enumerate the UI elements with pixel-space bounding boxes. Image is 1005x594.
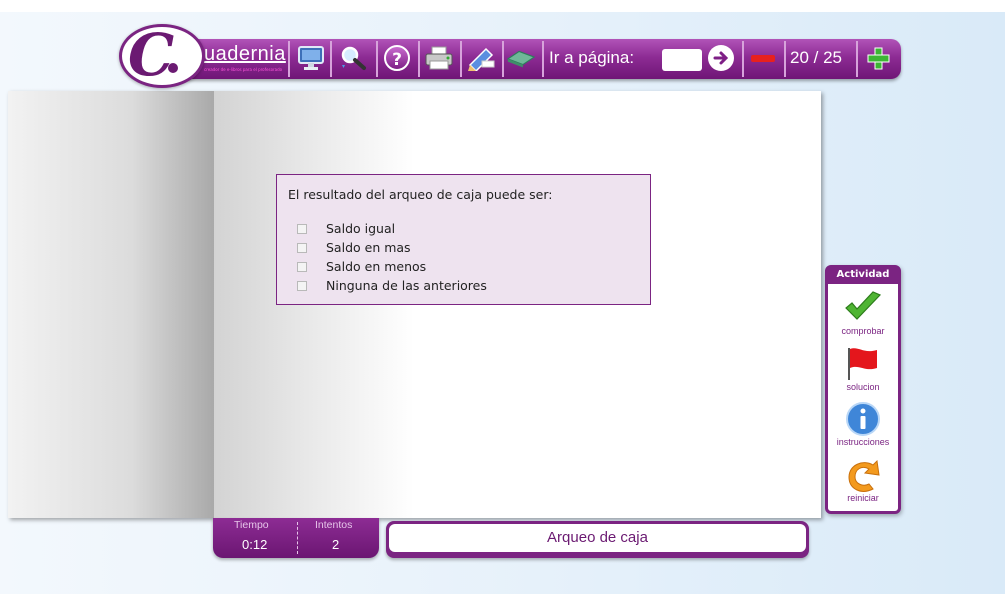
logo-letter: C [128,21,175,89]
previous-page-button[interactable] [748,43,778,73]
toolbar-separator [502,41,504,77]
pencil-icon [468,47,495,71]
stats-divider [297,522,298,554]
goto-page-label: Ir a página: [549,48,635,67]
activity-title-bar: Arqueo de caja [386,521,809,558]
time-value: 0:12 [242,537,268,552]
toolbar-separator [418,41,420,77]
option-label: Saldo en menos [326,259,427,274]
left-page [8,91,214,518]
cuadernia-logo: C [119,21,205,89]
info-icon [846,402,880,436]
goto-page-button[interactable] [706,43,736,73]
instructions-label: instrucciones [836,437,890,447]
erase-button[interactable] [506,43,536,73]
solution-label: solucion [846,382,880,392]
toolbar-separator [742,41,744,77]
option-label: Saldo igual [326,221,396,236]
quiz-question: El resultado del arqueo de caja puede se… [288,187,553,202]
reset-label: reiniciar [847,493,879,503]
attempts-value: 2 [332,537,340,552]
next-page-button[interactable] [863,43,893,73]
book-page: El resultado del arqueo de caja puede se… [8,91,821,518]
edit-button[interactable] [466,43,496,73]
toolbar-separator [856,41,858,77]
fullscreen-button[interactable] [296,43,326,73]
print-button[interactable] [424,43,454,73]
help-button[interactable]: ? [382,43,412,73]
toolbar-separator [460,41,462,77]
logo-dot [168,63,178,73]
quiz-option[interactable]: Saldo en menos [297,257,426,276]
goto-page-input[interactable] [662,49,702,71]
search-button[interactable] [338,43,368,73]
stats-panel: Tiempo 0:12 Intentos 2 [213,518,379,558]
toolbar-separator [376,41,378,77]
reset-arrow-icon [848,459,880,492]
toolbar-separator [784,41,786,77]
quiz-box: El resultado del arqueo de caja puede se… [276,174,651,305]
monitor-icon [298,46,324,70]
quiz-option[interactable]: Ninguna de las anteriores [297,276,487,295]
brand-tagline: creador de e-libros para el profesorado [204,67,283,72]
printer-icon [425,46,453,70]
check-label: comprobar [841,326,885,336]
go-arrow-icon [708,45,734,71]
option-checkbox[interactable] [297,261,307,272]
activity-title: Actividad [828,268,898,284]
instructions-button[interactable]: instrucciones [828,401,898,447]
option-checkbox[interactable] [297,242,307,253]
option-checkbox[interactable] [297,280,307,291]
top-band [0,0,1005,12]
search-icon [341,46,366,70]
toolbar-separator [288,41,290,77]
time-label: Tiempo [234,519,269,531]
help-icon: ? [384,45,410,71]
solution-button[interactable]: solucion [828,346,898,392]
reset-button[interactable]: reiniciar [828,457,898,503]
eraser-icon [506,50,536,68]
check-icon [845,291,882,320]
page-counter: 20 / 25 [790,48,842,67]
attempts-label: Intentos [315,519,353,531]
brand-name: uadernia [204,43,286,65]
quiz-option[interactable]: Saldo en mas [297,238,411,257]
minus-icon [751,54,775,62]
option-label: Saldo en mas [326,240,411,255]
toolbar-separator [542,41,544,77]
activity-name: Arqueo de caja [389,524,806,552]
plus-icon [867,47,890,70]
quiz-option[interactable]: Saldo igual [297,219,395,238]
check-button[interactable]: comprobar [828,290,898,336]
option-checkbox[interactable] [297,223,307,234]
flag-icon [848,348,877,380]
top-toolbar: uadernia creador de e-libros para el pro… [186,39,901,79]
activity-panel: Actividad comprobar solucion instruccion… [825,265,901,514]
toolbar-separator [330,41,332,77]
option-label: Ninguna de las anteriores [326,278,487,293]
